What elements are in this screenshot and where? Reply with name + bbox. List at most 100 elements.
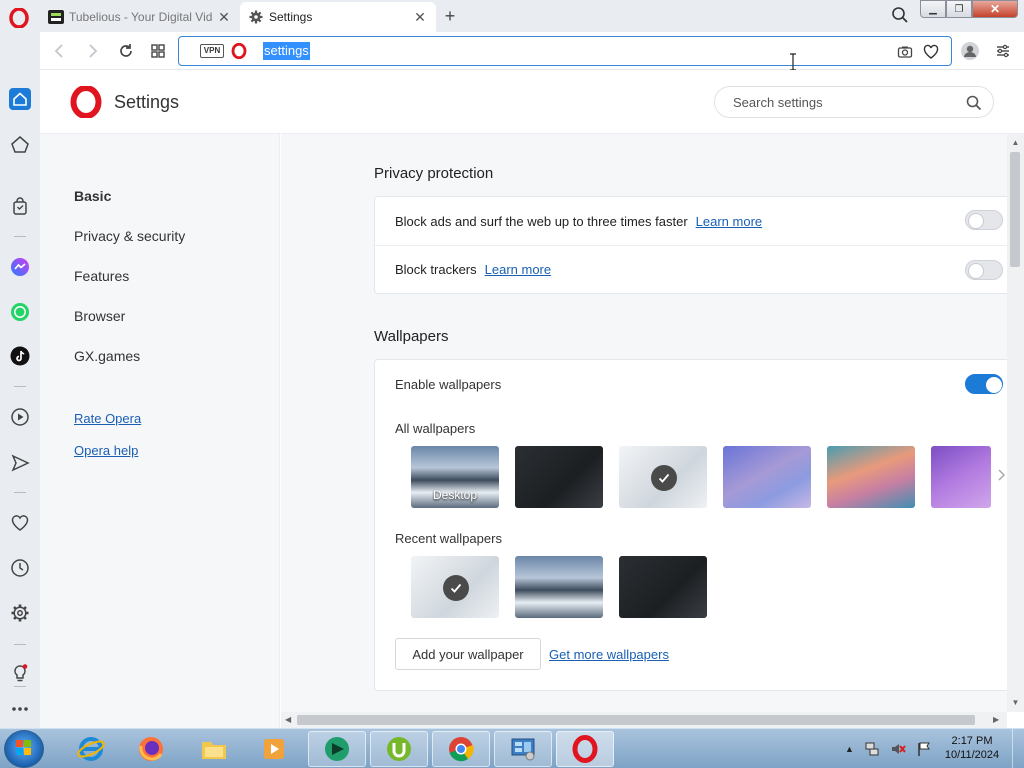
recent-wallpaper-snowy-lake[interactable] [515, 556, 603, 618]
search-tabs-icon[interactable] [890, 5, 910, 25]
scroll-up-icon[interactable]: ▲ [1011, 138, 1020, 147]
opera-taskbar-icon[interactable] [556, 731, 614, 767]
horizontal-scrollbar[interactable]: ◀ ▶ [281, 712, 1007, 728]
lightbulb-icon[interactable] [9, 662, 31, 684]
nav-item-privacy-security[interactable]: Privacy & security [74, 228, 185, 244]
windows-logo-icon [16, 740, 31, 755]
vertical-scrollbar[interactable]: ▲ ▼ [1007, 134, 1024, 712]
tiktok-icon[interactable] [9, 345, 31, 367]
app-green-icon[interactable] [308, 731, 366, 767]
wallpaper-blue-purple[interactable] [723, 446, 811, 508]
messenger-icon[interactable] [9, 256, 31, 278]
whatsapp-icon[interactable] [9, 301, 31, 323]
network-icon[interactable] [864, 741, 880, 757]
forward-icon[interactable] [82, 41, 102, 61]
tab-strip: Tubelious - Your Digital Vid ✕ Settings … [0, 0, 1024, 32]
file-explorer-icon[interactable] [185, 731, 243, 767]
text-cursor-icon [790, 53, 796, 71]
system-tray: ▲ [845, 741, 935, 757]
bookmarks-heart-icon[interactable] [9, 512, 31, 534]
add-wallpaper-button[interactable]: Add your wallpaper [395, 638, 541, 670]
media-player-icon[interactable] [245, 731, 303, 767]
new-tab-button[interactable]: + [440, 6, 460, 26]
block-trackers-label: Block trackers [395, 262, 477, 277]
nav-item-basic[interactable]: Basic [74, 188, 111, 204]
wallpaper-caption: Desktop [432, 488, 478, 502]
block-trackers-learn-more-link[interactable]: Learn more [485, 262, 551, 277]
nav-item-browser[interactable]: Browser [74, 308, 125, 324]
more-icon[interactable] [9, 698, 31, 720]
internet-explorer-icon[interactable] [62, 731, 120, 767]
chevron-right-icon[interactable] [997, 468, 1007, 482]
wallpaper-light-curve[interactable] [619, 446, 707, 508]
home-icon[interactable] [9, 88, 31, 110]
close-window-button[interactable]: ✕ [972, 0, 1018, 18]
control-panel-icon[interactable] [494, 731, 552, 767]
opera-menu-icon[interactable] [9, 8, 29, 28]
settings-nav: Basic Privacy & security Features Browse… [40, 134, 280, 728]
wallpaper-purple[interactable] [931, 446, 991, 508]
easy-setup-icon[interactable] [993, 41, 1013, 61]
volume-muted-icon[interactable] [890, 741, 906, 757]
recent-wallpaper-dark-curve[interactable] [619, 556, 707, 618]
search-icon [966, 95, 982, 111]
rate-opera-link[interactable]: Rate Opera [74, 411, 141, 426]
block-ads-toggle[interactable] [965, 210, 1003, 230]
tab-close-icon[interactable]: ✕ [412, 9, 428, 25]
action-center-flag-icon[interactable] [916, 741, 932, 757]
send-icon[interactable] [9, 452, 31, 474]
recent-wallpaper-light-curve[interactable] [411, 556, 499, 618]
block-trackers-row: Block trackers Learn more [375, 245, 1007, 293]
window-controls: ▁ ❐ ✕ [920, 0, 1020, 20]
pinboards-icon[interactable] [9, 134, 31, 156]
search-settings-input[interactable]: Search settings [714, 86, 994, 118]
block-trackers-toggle[interactable] [965, 260, 1003, 280]
url-text[interactable]: settings [263, 42, 310, 60]
utorrent-icon[interactable] [370, 731, 428, 767]
scroll-right-icon[interactable]: ▶ [993, 715, 1002, 724]
show-desktop-button[interactable] [1012, 729, 1024, 768]
camera-icon[interactable] [897, 44, 913, 60]
restore-button[interactable]: ❐ [946, 0, 972, 18]
vpn-badge[interactable]: VPN [200, 44, 224, 58]
tab-settings[interactable]: Settings ✕ [240, 2, 436, 32]
privacy-section-title: Privacy protection [374, 165, 494, 182]
heart-icon[interactable] [923, 44, 939, 60]
opera-help-link[interactable]: Opera help [74, 443, 138, 458]
taskbar-clock[interactable]: 2:17 PM 10/11/2024 [937, 734, 1007, 762]
wallpapers-section-title: Wallpapers [374, 328, 449, 345]
wallpaper-dark-curve[interactable] [515, 446, 603, 508]
block-ads-learn-more-link[interactable]: Learn more [696, 214, 762, 229]
start-button[interactable] [4, 730, 44, 768]
firefox-icon[interactable] [122, 731, 180, 767]
get-more-wallpapers-link[interactable]: Get more wallpapers [549, 647, 669, 662]
tab-close-icon[interactable]: ✕ [216, 9, 232, 25]
horizontal-scroll-thumb[interactable] [297, 715, 975, 725]
history-clock-icon[interactable] [9, 557, 31, 579]
wallpaper-orange-teal[interactable] [827, 446, 915, 508]
search-placeholder: Search settings [733, 95, 823, 110]
scroll-down-icon[interactable]: ▼ [1011, 698, 1020, 707]
player-icon[interactable] [9, 406, 31, 428]
clock-date: 10/11/2024 [944, 749, 1000, 761]
clock-time: 2:17 PM [951, 735, 993, 747]
reload-icon[interactable] [116, 41, 136, 61]
tab-tubelious[interactable]: Tubelious - Your Digital Vid ✕ [40, 2, 240, 32]
page-title: Settings [114, 92, 180, 112]
nav-item-gx-games[interactable]: GX.games [74, 348, 140, 364]
back-icon[interactable] [50, 41, 70, 61]
privacy-card: Block ads and surf the web up to three t… [374, 196, 1007, 294]
shopping-bag-icon[interactable] [9, 195, 31, 217]
enable-wallpapers-toggle[interactable] [965, 374, 1003, 394]
nav-item-features[interactable]: Features [74, 268, 129, 284]
tray-expand-icon[interactable]: ▲ [845, 744, 854, 754]
chrome-icon[interactable] [432, 731, 490, 767]
address-bar[interactable]: VPN settings [178, 36, 952, 71]
settings-gear-icon[interactable] [9, 602, 31, 624]
profile-avatar-icon[interactable] [960, 41, 980, 61]
wallpaper-desktop[interactable]: Desktop [411, 446, 499, 508]
scroll-left-icon[interactable]: ◀ [285, 715, 294, 724]
vertical-scroll-thumb[interactable] [1010, 152, 1020, 267]
minimize-button[interactable]: ▁ [920, 0, 946, 18]
tabs-grid-icon[interactable] [148, 41, 168, 61]
